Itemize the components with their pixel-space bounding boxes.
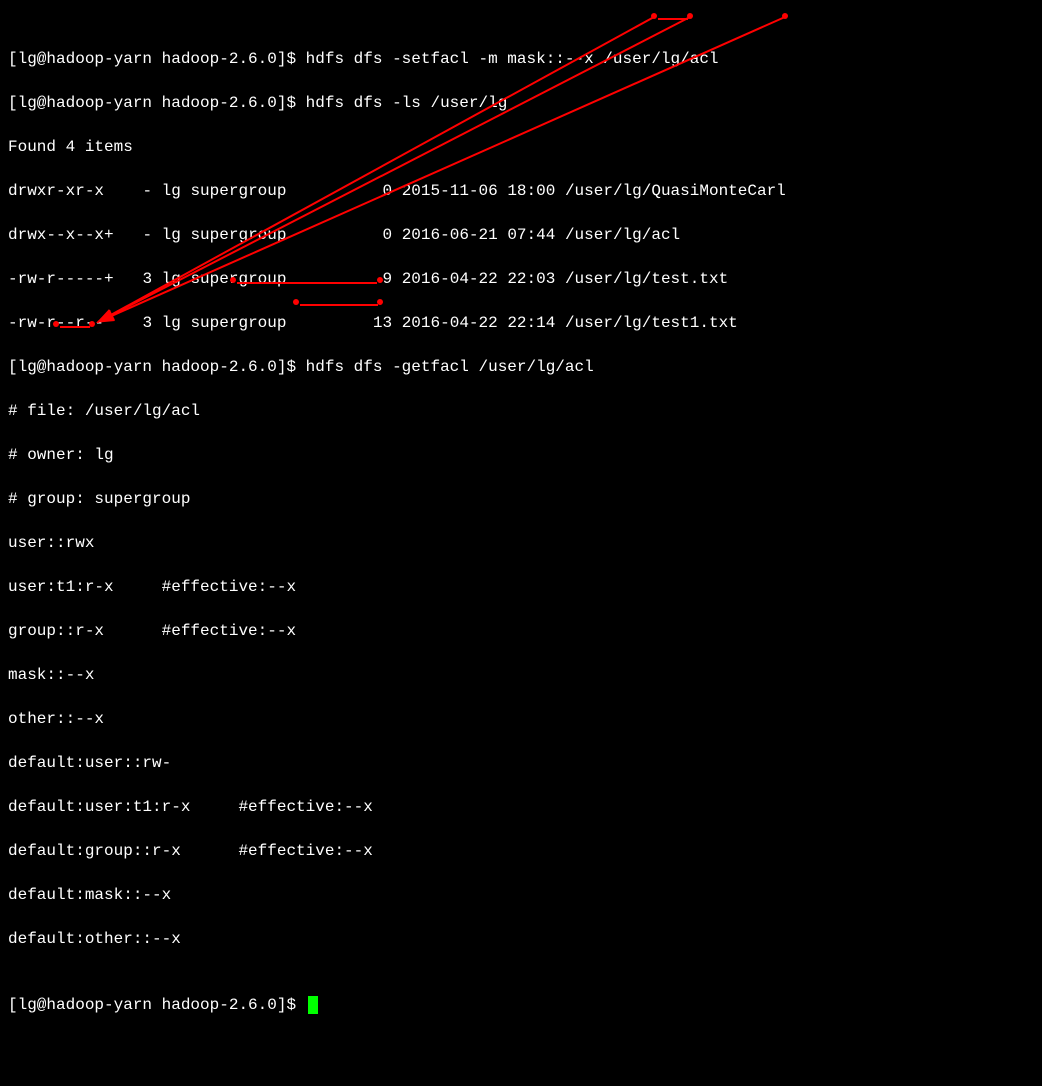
prompt: [lg@hadoop-yarn hadoop-2.6.0]$: [8, 94, 296, 112]
annotation-underline: [60, 326, 90, 328]
annotation-underline: [237, 282, 377, 284]
annotation-dot: [377, 277, 383, 283]
facl-line: default:group::r-x #effective:--x: [8, 840, 1034, 862]
ls-row: drwxr-xr-x - lg supergroup 0 2015-11-06 …: [8, 180, 1034, 202]
annotation-dot: [293, 299, 299, 305]
facl-line: default:user:t1:r-x #effective:--x: [8, 796, 1034, 818]
ls-found: Found 4 items: [8, 136, 1034, 158]
command-getfacl: hdfs dfs -getfacl /user/lg/acl: [306, 358, 594, 376]
prompt: [lg@hadoop-yarn hadoop-2.6.0]$: [8, 50, 296, 68]
facl-line: # owner: lg: [8, 444, 1034, 466]
facl-line: default:other::--x: [8, 928, 1034, 950]
annotation-dot: [687, 13, 693, 19]
annotation-dot: [651, 13, 657, 19]
annotation-dot: [377, 299, 383, 305]
current-prompt-line[interactable]: [lg@hadoop-yarn hadoop-2.6.0]$: [8, 994, 1034, 1016]
facl-line: # file: /user/lg/acl: [8, 400, 1034, 422]
command-ls: hdfs dfs -ls /user/lg: [306, 94, 508, 112]
facl-line: default:mask::--x: [8, 884, 1034, 906]
ls-row: -rw-r-----+ 3 lg supergroup 9 2016-04-22…: [8, 268, 1034, 290]
facl-line: default:user::rw-: [8, 752, 1034, 774]
ls-row: -rw-r--r-- 3 lg supergroup 13 2016-04-22…: [8, 312, 1034, 334]
annotation-dot: [53, 321, 59, 327]
facl-line: group::r-x #effective:--x: [8, 620, 1034, 642]
facl-line: mask::--x: [8, 664, 1034, 686]
prompt: [lg@hadoop-yarn hadoop-2.6.0]$: [8, 996, 296, 1014]
facl-line: user:t1:r-x #effective:--x: [8, 576, 1034, 598]
cmd-line-2: [lg@hadoop-yarn hadoop-2.6.0]$ hdfs dfs …: [8, 92, 1034, 114]
annotation-dot: [230, 277, 236, 283]
annotation-dot: [89, 321, 95, 327]
annotation-underline: [658, 18, 688, 20]
annotation-underline: [300, 304, 378, 306]
cursor-icon: [308, 996, 318, 1014]
ls-row: drwx--x--x+ - lg supergroup 0 2016-06-21…: [8, 224, 1034, 246]
prompt: [lg@hadoop-yarn hadoop-2.6.0]$: [8, 358, 296, 376]
command-setfacl: hdfs dfs -setfacl -m mask::--x /user/lg/…: [306, 50, 719, 68]
facl-line: other::--x: [8, 708, 1034, 730]
cmd-line-1: [lg@hadoop-yarn hadoop-2.6.0]$ hdfs dfs …: [8, 48, 1034, 70]
cmd-line-3: [lg@hadoop-yarn hadoop-2.6.0]$ hdfs dfs …: [8, 356, 1034, 378]
annotation-dot: [782, 13, 788, 19]
facl-line: # group: supergroup: [8, 488, 1034, 510]
facl-line: user::rwx: [8, 532, 1034, 554]
terminal: [lg@hadoop-yarn hadoop-2.6.0]$ hdfs dfs …: [0, 0, 1042, 1086]
